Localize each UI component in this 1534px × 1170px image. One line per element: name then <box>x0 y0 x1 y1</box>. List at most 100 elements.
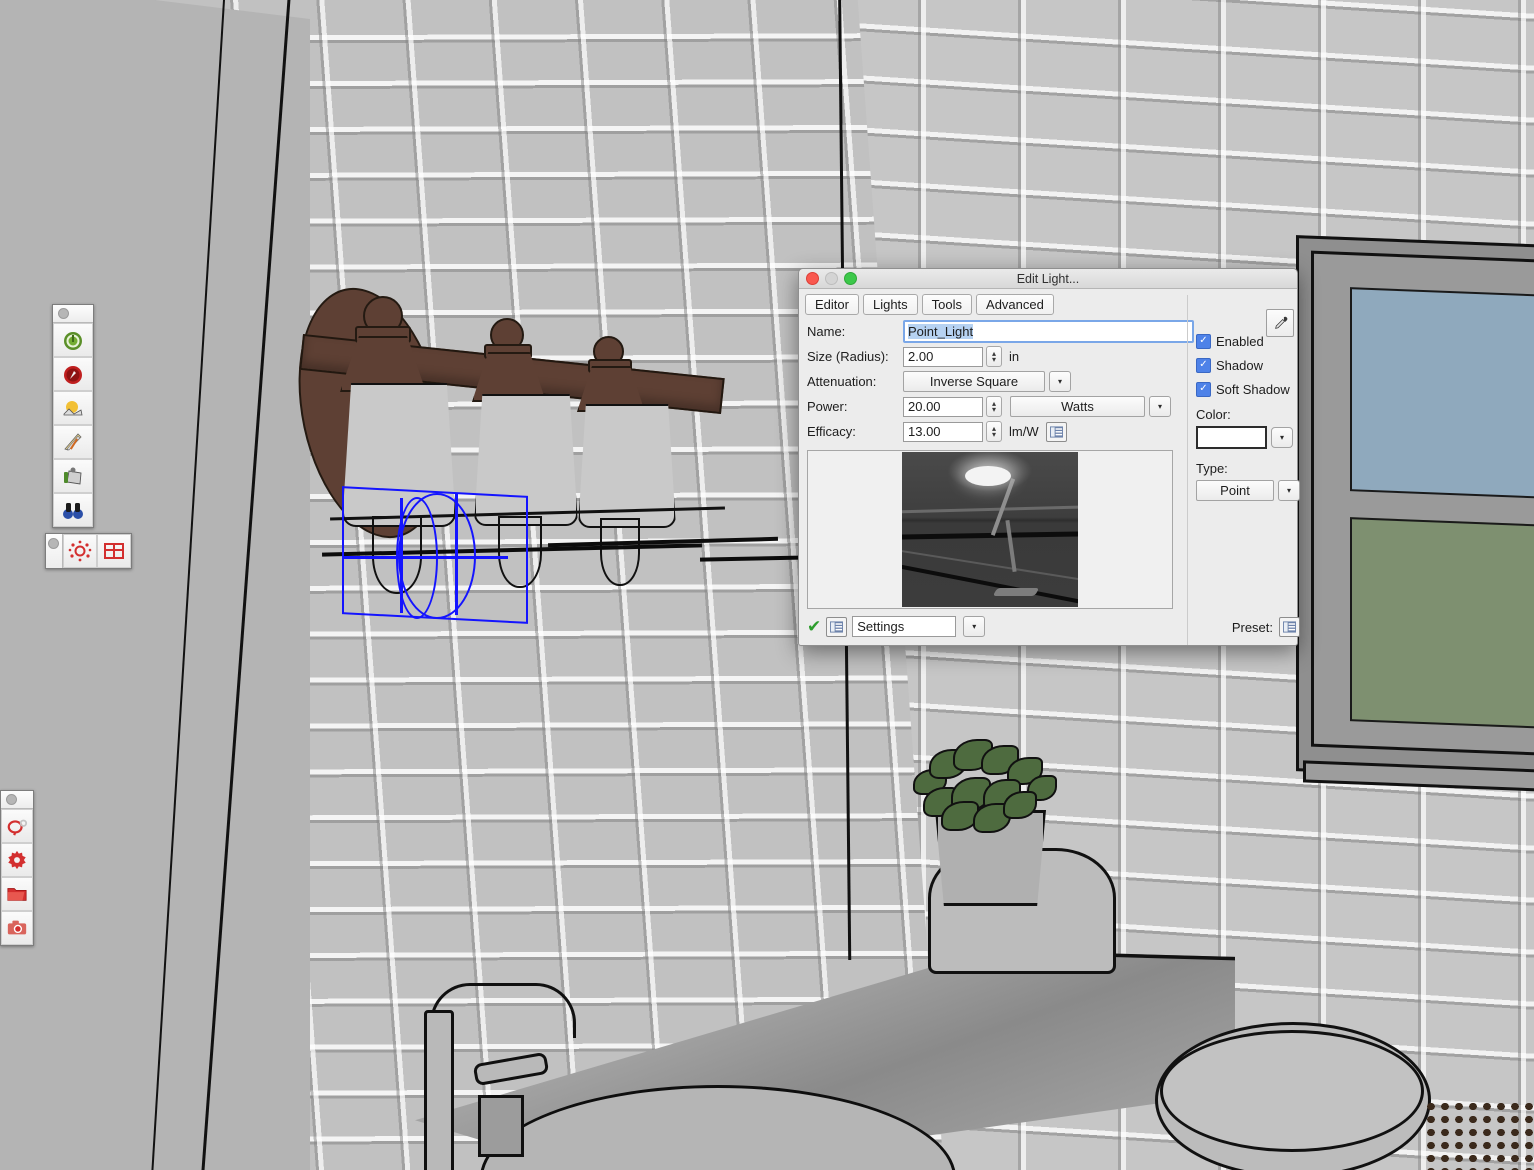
efficacy-input[interactable]: 13.00 <box>903 421 983 442</box>
binoculars-icon[interactable] <box>53 493 93 527</box>
leaf <box>1003 791 1037 819</box>
apply-checkmark-icon[interactable]: ✔ <box>807 618 821 635</box>
toolbar-grip[interactable] <box>53 305 93 323</box>
type-select[interactable]: Point <box>1196 480 1274 501</box>
tab-editor[interactable]: Editor <box>805 294 859 315</box>
preview-floor-line-1 <box>902 547 1078 583</box>
power-unit-chevron-down-icon[interactable]: ▾ <box>1149 396 1171 417</box>
compass-icon[interactable] <box>53 357 93 391</box>
power-toggle-icon[interactable] <box>53 323 93 357</box>
folder-icon[interactable] <box>1 877 33 911</box>
preset-list-icon[interactable] <box>1279 617 1300 637</box>
viewport-3d-scene[interactable] <box>0 0 1534 1170</box>
dialog-title: Edit Light... <box>1016 271 1080 286</box>
efficacy-label: Efficacy: <box>807 424 856 439</box>
particles-icon[interactable] <box>63 534 97 568</box>
attenuation-chevron-down-icon[interactable]: ▾ <box>1049 371 1071 392</box>
name-input-value: Point_Light <box>908 324 974 339</box>
floor-grate <box>1424 1100 1534 1170</box>
size-stepper[interactable]: ▴ ▾ <box>986 346 1002 367</box>
sun-sky-icon[interactable] <box>53 391 93 425</box>
name-label: Name: <box>807 324 846 339</box>
soft-shadow-checkbox-row[interactable]: ✓ Soft Shadow <box>1196 377 1300 401</box>
gear-icon[interactable] <box>1 843 33 877</box>
potted-plant[interactable] <box>905 735 1060 833</box>
efficacy-stepper[interactable]: ▴ ▾ <box>986 421 1002 442</box>
size-unit: in <box>1009 349 1020 364</box>
power-stepper[interactable]: ▴ ▾ <box>986 396 1002 417</box>
faucet-column <box>424 1010 454 1170</box>
particles-toolbar[interactable] <box>45 533 132 569</box>
edit-light-dialog[interactable]: Edit Light... Editor Lights Tools Advanc… <box>798 268 1300 646</box>
attenuation-select[interactable]: Inverse Square <box>903 371 1045 392</box>
shadow-checkbox-row[interactable]: ✓ Shadow <box>1196 353 1300 377</box>
type-chevron-down-icon[interactable]: ▾ <box>1278 480 1300 501</box>
dialog-title-bar[interactable]: Edit Light... <box>799 269 1297 289</box>
render-toolbar[interactable] <box>52 304 94 528</box>
window-frame[interactable] <box>1296 235 1534 794</box>
stepper-down-icon: ▾ <box>991 429 996 439</box>
size-label: Size (Radius): <box>807 349 889 364</box>
tab-tools[interactable]: Tools <box>921 294 973 315</box>
efficacy-unit: lm/W <box>1009 424 1039 439</box>
tab-lights[interactable]: Lights <box>862 294 918 315</box>
camera-icon[interactable] <box>1 911 33 945</box>
tab-advanced[interactable]: Advanced <box>976 294 1054 315</box>
power-input[interactable]: 20.00 <box>903 396 983 417</box>
grip-dot <box>58 308 69 319</box>
name-input[interactable]: Point_Light <box>903 320 1194 343</box>
settings-chevron-down-icon[interactable]: ▾ <box>963 616 986 637</box>
settings-list-icon[interactable] <box>826 616 848 637</box>
window-pane-sky <box>1350 287 1534 500</box>
fixture-bulb-3 <box>600 518 640 586</box>
stepper-down-icon: ▾ <box>991 354 996 364</box>
preview-lamp-shade <box>965 465 1012 486</box>
toolbar-grip[interactable] <box>1 791 33 809</box>
efficacy-list-icon[interactable] <box>1045 421 1067 442</box>
toilet-lid <box>1160 1030 1424 1152</box>
shadow-checkbox[interactable]: ✓ <box>1196 357 1211 373</box>
color-chevron-down-icon[interactable]: ▾ <box>1271 427 1293 448</box>
enabled-checkbox[interactable]: ✓ <box>1196 333 1211 349</box>
shadow-label: Shadow <box>1216 357 1263 373</box>
type-label: Type: <box>1196 461 1228 476</box>
preview-lamp-arm-lower <box>1005 520 1017 573</box>
zoom-icon[interactable] <box>844 272 857 285</box>
pencil-ruler-icon[interactable] <box>53 425 93 459</box>
close-icon[interactable] <box>806 272 819 285</box>
light-preview-panel <box>807 450 1173 609</box>
preset-row: Preset: <box>1232 617 1300 637</box>
preview-wall-line-1 <box>902 505 1078 514</box>
grip-dot <box>48 538 59 549</box>
soft-shadow-label: Soft Shadow <box>1216 381 1290 397</box>
lasso-icon[interactable] <box>1 809 33 843</box>
light-preview-render <box>902 452 1078 607</box>
window-controls[interactable] <box>799 272 857 285</box>
color-label: Color: <box>1196 407 1231 422</box>
dialog-side-panel: ✓ Enabled ✓ Shadow ✓ Soft Shadow Color: … <box>1187 295 1300 645</box>
window-pane-grass <box>1350 517 1534 730</box>
enabled-label: Enabled <box>1216 333 1264 349</box>
clamp-light-icon[interactable] <box>53 459 93 493</box>
stepper-down-icon: ▾ <box>991 404 996 414</box>
dialog-footer: ✔ Settings ▾ <box>807 616 986 637</box>
toolbar-grip[interactable] <box>46 534 63 568</box>
grid-table-icon[interactable] <box>97 534 131 568</box>
grip-dot <box>6 794 17 805</box>
side-wall-plain <box>0 0 310 1170</box>
preview-floor-line-2 <box>902 562 1078 607</box>
power-label: Power: <box>807 399 848 414</box>
attenuation-label: Attenuation: <box>807 374 877 389</box>
preview-lamp-base <box>992 588 1040 597</box>
minimize-icon[interactable] <box>825 272 838 285</box>
tools-toolbar[interactable] <box>0 790 34 946</box>
window-inner-frame <box>1311 250 1534 756</box>
power-unit-select[interactable]: Watts <box>1010 396 1145 417</box>
soft-shadow-checkbox[interactable]: ✓ <box>1196 381 1211 397</box>
preset-label: Preset: <box>1231 619 1273 635</box>
settings-input[interactable]: Settings <box>852 616 957 637</box>
color-swatch[interactable] <box>1196 426 1267 449</box>
eyedropper-icon[interactable] <box>1266 309 1294 337</box>
size-input[interactable]: 2.00 <box>903 346 983 367</box>
faucet-handle-base <box>478 1095 524 1157</box>
